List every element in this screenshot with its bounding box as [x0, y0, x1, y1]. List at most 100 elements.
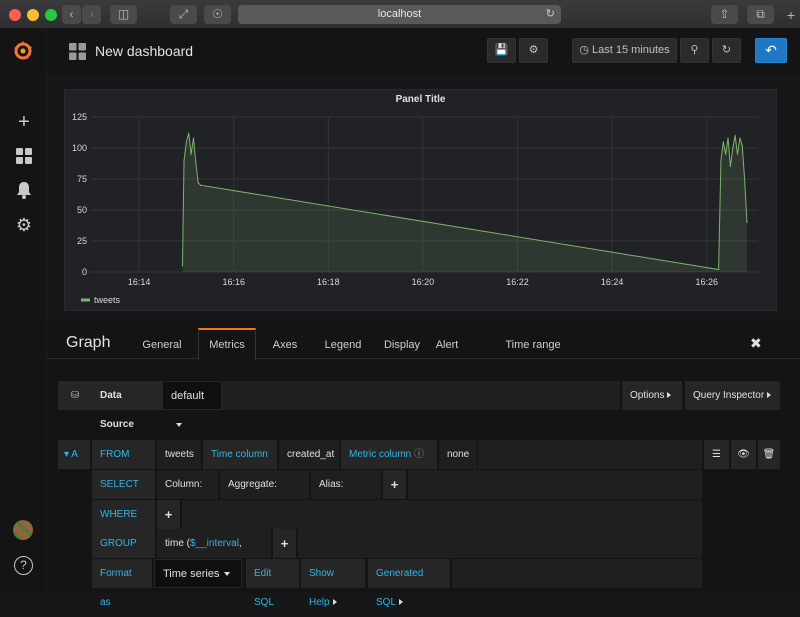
grafana-logo-icon[interactable]: [11, 39, 35, 63]
add-groupby-button[interactable]: +: [273, 529, 296, 558]
show-help-label: Show Help: [309, 568, 335, 608]
fullscreen-icon[interactable]: ⤢: [170, 5, 197, 24]
close-editor-icon[interactable]: ✖: [750, 335, 762, 352]
tab-legend[interactable]: Legend: [317, 330, 369, 360]
dashboard-settings-button[interactable]: ⚙: [519, 38, 548, 63]
select-alias[interactable]: Alias: tweets: [311, 470, 381, 519]
datasource-select[interactable]: default: [162, 381, 222, 410]
query-inspector-button[interactable]: Query Inspector: [685, 381, 780, 410]
back-to-dashboard-button[interactable]: ↶: [755, 38, 787, 63]
x-tick-label: 16:14: [128, 277, 151, 287]
dashboard-grid-icon[interactable]: [69, 43, 86, 63]
new-tab-icon[interactable]: +: [782, 6, 800, 24]
format-value: Time series: [163, 568, 220, 580]
tab-general[interactable]: General: [132, 330, 192, 360]
series-area: [182, 133, 747, 272]
save-dashboard-button[interactable]: 💾: [487, 38, 516, 63]
data-point: [722, 141, 724, 143]
groupby-value[interactable]: time ($__interval, none): [157, 529, 271, 578]
minimize-window-button[interactable]: [27, 9, 39, 21]
where-row-bg: [182, 500, 702, 529]
data-point: [181, 265, 184, 267]
refresh-button[interactable]: ↻: [712, 38, 741, 63]
data-point: [734, 135, 736, 137]
forward-button[interactable]: ›: [82, 5, 101, 24]
y-tick-label: 25: [77, 236, 87, 246]
data-point: [190, 153, 192, 155]
dashboards-icon[interactable]: [14, 147, 34, 167]
tab-axes[interactable]: Axes: [267, 330, 303, 360]
info-icon[interactable]: ⓘ: [414, 449, 424, 460]
bell-icon[interactable]: [14, 181, 34, 201]
x-tick-label: 16:16: [222, 277, 245, 287]
tab-display[interactable]: Display: [377, 330, 427, 360]
delete-query-icon[interactable]: 🗑: [758, 440, 780, 469]
data-point: [195, 162, 197, 164]
time-picker-button[interactable]: ◷ Last 15 minutes: [572, 38, 677, 63]
datasource-value: default: [171, 390, 205, 402]
tab-time-range[interactable]: Time range: [494, 330, 572, 360]
from-row-bg: [478, 440, 702, 469]
plus-icon[interactable]: +: [14, 112, 34, 132]
clock-icon: ◷: [579, 44, 589, 56]
time-range-label: Last 15 minutes: [592, 44, 670, 56]
groupby-label: GROUP BY: [92, 529, 155, 578]
tab-metrics[interactable]: Metrics: [198, 328, 256, 361]
data-point: [739, 137, 741, 139]
back-button[interactable]: ‹: [62, 5, 81, 24]
data-point: [199, 184, 202, 186]
x-tick-label: 16:20: [412, 277, 435, 287]
format-row-bg: [452, 559, 702, 588]
metric-column-value[interactable]: none: [439, 440, 477, 469]
data-point: [192, 137, 195, 139]
reader-icon[interactable]: ☉: [204, 5, 231, 24]
reload-icon[interactable]: ↻: [546, 5, 555, 24]
zoom-out-button[interactable]: ⚲: [680, 38, 709, 63]
options-button[interactable]: Options: [622, 381, 682, 410]
y-tick-label: 75: [77, 174, 87, 184]
x-tick-label: 16:26: [695, 277, 718, 287]
add-where-button[interactable]: +: [157, 500, 180, 529]
url-text: localhost: [377, 8, 422, 20]
close-window-button[interactable]: [9, 9, 21, 21]
legend-label: tweets: [94, 295, 121, 305]
graph-chart: 125 100 75 50 25 0 16:14 16:16 16:18 16:20 16:22 16…: [72, 112, 758, 305]
x-tick-label: 16:24: [601, 277, 624, 287]
show-help-button[interactable]: Show Help: [301, 559, 365, 608]
y-tick-label: 125: [72, 112, 87, 122]
metric-column-label: Metric column ⓘ: [341, 440, 437, 469]
zoom-window-button[interactable]: [45, 9, 57, 21]
time-column-label: Time column: [203, 440, 277, 469]
sidebar-toggle-icon[interactable]: ◫: [110, 5, 137, 24]
avatar[interactable]: [13, 520, 33, 540]
edit-sql-button[interactable]: Edit SQL: [246, 559, 299, 608]
where-label: WHERE: [92, 500, 155, 529]
editor-tabs: General Metrics Axes Legend Display Alert Time…: [47, 326, 800, 361]
data-point: [727, 137, 729, 139]
time-column-value[interactable]: created_at: [279, 440, 339, 469]
select-column[interactable]: Column: id: [157, 470, 218, 519]
query-menu-icon[interactable]: ☰: [704, 440, 729, 469]
address-bar[interactable]: localhost ↻: [238, 5, 561, 24]
tabs-icon[interactable]: ⧉: [747, 5, 774, 24]
data-point: [183, 159, 185, 161]
graph-panel[interactable]: Panel Title 125 100 75 50 25 0 16:14 16:16 16:18…: [64, 89, 777, 311]
options-label: Options: [630, 390, 665, 401]
format-select[interactable]: Time series: [154, 559, 242, 588]
toggle-query-visibility-icon[interactable]: 👁: [731, 440, 756, 469]
generated-sql-button[interactable]: Generated SQL: [368, 559, 450, 608]
from-table[interactable]: tweets: [157, 440, 201, 469]
data-point: [736, 153, 739, 155]
groupby-prefix: time (: [165, 538, 190, 549]
share-icon[interactable]: ⇧: [711, 5, 738, 24]
x-tick-label: 16:18: [317, 277, 340, 287]
y-tick-label: 0: [82, 267, 87, 277]
select-aggregate[interactable]: Aggregate: count: [220, 470, 309, 519]
help-icon[interactable]: ?: [14, 556, 33, 575]
query-collapse-toggle[interactable]: ▾ A: [58, 440, 90, 469]
datasource-label: Data Source: [92, 381, 162, 430]
dashboard-title[interactable]: New dashboard: [95, 43, 193, 59]
add-select-button[interactable]: +: [383, 470, 406, 499]
tab-alert[interactable]: Alert: [430, 330, 464, 360]
gear-icon[interactable]: ⚙: [14, 215, 34, 235]
